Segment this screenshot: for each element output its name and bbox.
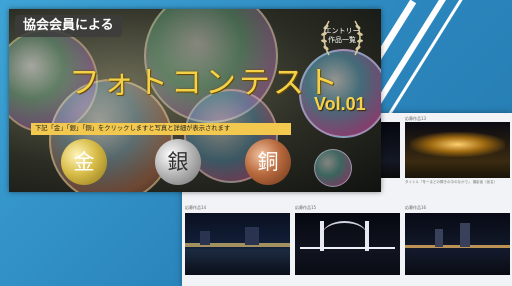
entry-title: 応募作品14 xyxy=(185,205,207,210)
entry-card[interactable]: 応募作品15 xyxy=(295,205,400,283)
gold-medal-button[interactable]: 金 xyxy=(61,139,107,185)
entry-list-badge[interactable]: エントリー作品一覧 xyxy=(313,15,371,61)
photo-contest-banner: 協会会員による エントリー作品一覧 フォトコンテスト Vol.01 下記「金」「… xyxy=(9,9,381,192)
bronze-label: 銅 xyxy=(257,150,279,174)
page-title: 協会会員による xyxy=(15,15,122,37)
entry-photo[interactable] xyxy=(405,122,510,178)
entry-photo[interactable] xyxy=(185,213,290,275)
entry-list-label: エントリー作品一覧 xyxy=(324,27,360,44)
silver-medal-button[interactable]: 銀 xyxy=(155,139,201,185)
entry-caption: タイトル「冬ーまどの輝きの中のなかで」 撮影者（仮名） xyxy=(405,180,498,184)
soap-bubble xyxy=(314,149,352,187)
entry-card[interactable]: 応募作品13 タイトル「冬ーまどの輝きの中のなかで」 撮影者（仮名） xyxy=(405,116,510,191)
entry-photo[interactable] xyxy=(405,213,510,275)
entry-title: 応募作品16 xyxy=(405,205,427,210)
entry-photo[interactable] xyxy=(295,213,400,275)
silver-label: 銀 xyxy=(167,150,189,174)
volume-label: Vol.01 xyxy=(314,94,366,114)
instruction-text: 下記「金」「銀」「銅」をクリックしますと写真と詳細が表示されます xyxy=(31,123,291,135)
entry-card[interactable]: 応募作品14 xyxy=(185,205,290,283)
gold-label: 金 xyxy=(73,150,95,174)
entry-card[interactable]: 応募作品16 xyxy=(405,205,510,283)
contest-title: フォトコンテスト xyxy=(69,65,341,101)
entry-title: 応募作品15 xyxy=(295,205,317,210)
bronze-medal-button[interactable]: 銅 xyxy=(245,139,291,185)
